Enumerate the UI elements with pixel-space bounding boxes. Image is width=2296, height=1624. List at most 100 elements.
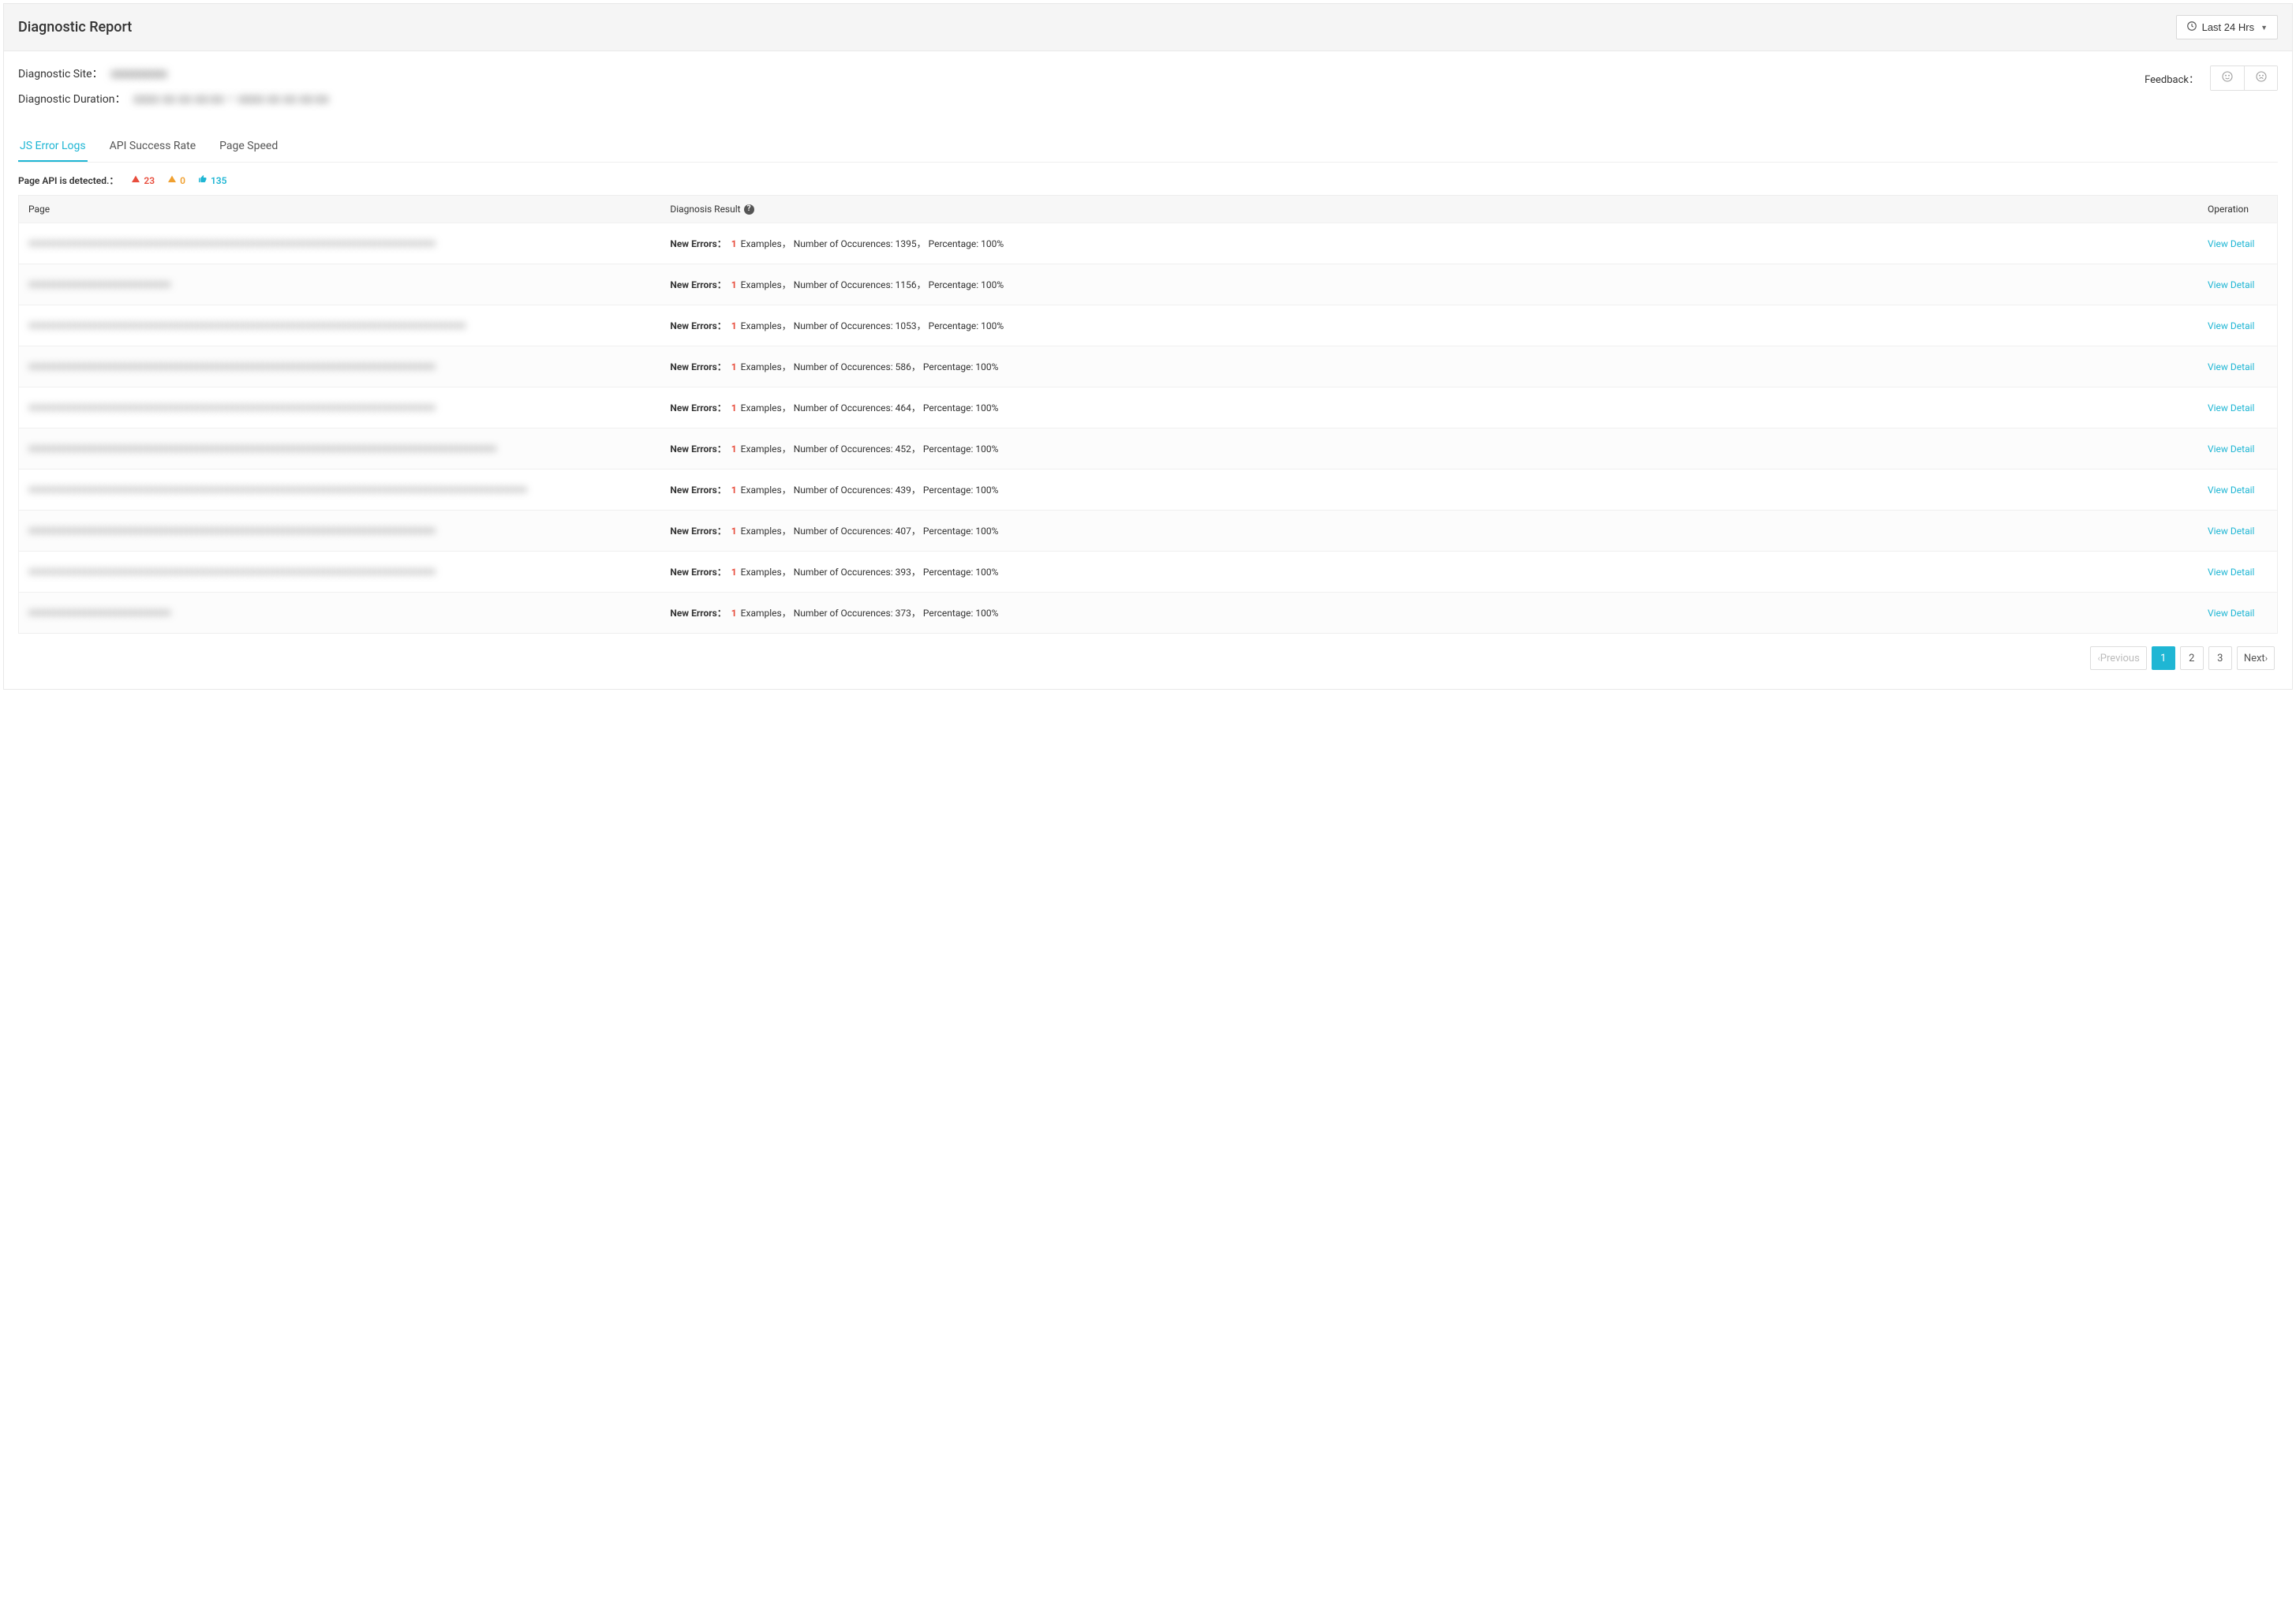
view-detail-link[interactable]: View Detail — [2208, 361, 2254, 372]
occurrences-value: 373 — [896, 608, 911, 619]
time-range-button[interactable]: Last 24 Hrs ▼ — [2176, 15, 2278, 39]
new-errors-label: New Errors： — [670, 320, 726, 331]
percentage-value: 100% — [975, 361, 998, 372]
pagination-page-3[interactable]: 3 — [2208, 646, 2232, 670]
table-row: xxxxxxxxxxxxxxxxxxxxxxxxxxxxxxxxxxxxxxxx… — [19, 346, 2277, 387]
occurrences-label: Number of Occurences: — [794, 485, 896, 496]
view-detail-link[interactable]: View Detail — [2208, 279, 2254, 290]
percentage-value: 100% — [981, 279, 1004, 290]
page-path-value: xxxxxxxxxxxxxxxxxxxxxxxxxxxxxxxxxxxxxxxx… — [28, 441, 641, 457]
pagination: ‹ Previous123Next › — [18, 634, 2278, 673]
operation-cell: View Detail — [2198, 556, 2277, 589]
result-cell: New Errors：1 Examples， Number of Occuren… — [651, 595, 2198, 631]
new-errors-label: New Errors： — [670, 361, 726, 372]
page-path-value: xxxxxxxxxxxxxxxxxxxxxxxxxxxx — [28, 605, 641, 621]
view-detail-link[interactable]: View Detail — [2208, 526, 2254, 537]
examples-label: Examples， — [739, 402, 794, 413]
diagnostic-site-label: Diagnostic Site： — [18, 65, 103, 81]
pagination-page-2[interactable]: 2 — [2180, 646, 2204, 670]
examples-label: Examples， — [739, 238, 794, 249]
percentage-value: 100% — [975, 567, 998, 578]
page-path-value: xxxxxxxxxxxxxxxxxxxxxxxxxxxxxxxxxxxxxxxx… — [28, 400, 641, 416]
pagination-next[interactable]: Next › — [2237, 646, 2275, 670]
table-row: xxxxxxxxxxxxxxxxxxxxxxxxxxxx New Errors：1… — [19, 592, 2277, 633]
help-icon[interactable]: ? — [744, 204, 754, 215]
app-frame: Diagnostic Report Last 24 Hrs ▼ Diagnost… — [3, 3, 2293, 690]
info-block: Diagnostic Site： xxxxxxxxxx Diagnostic D… — [18, 51, 2278, 124]
feedback-negative-button[interactable] — [2244, 66, 2277, 90]
percentage-value: 100% — [975, 608, 998, 619]
operation-cell: View Detail — [2198, 309, 2277, 342]
table-row: xxxxxxxxxxxxxxxxxxxxxxxxxxxxxxxxxxxxxxxx… — [19, 387, 2277, 428]
pagination-page-1[interactable]: 1 — [2152, 646, 2175, 670]
tabs: JS Error Logs API Success Rate Page Speed — [18, 132, 2278, 163]
page-path-value: xxxxxxxxxxxxxxxxxxxxxxxxxxxx — [28, 277, 641, 293]
feedback-positive-button[interactable] — [2211, 66, 2244, 90]
page-path-value: xxxxxxxxxxxxxxxxxxxxxxxxxxxxxxxxxxxxxxxx… — [28, 564, 641, 580]
occurrences-value: 1156 — [896, 279, 917, 290]
examples-count: 1 — [731, 485, 737, 496]
occurrences-label: Number of Occurences: — [794, 361, 896, 372]
table-row: xxxxxxxxxxxxxxxxxxxxxxxxxxxxxxxxxxxxxxxx… — [19, 305, 2277, 346]
view-detail-link[interactable]: View Detail — [2208, 608, 2254, 619]
percentage-label: ， Percentage: — [911, 526, 976, 537]
column-header-operation: Operation — [2198, 196, 2277, 223]
page-cell: xxxxxxxxxxxxxxxxxxxxxxxxxxxxxxxxxxxxxxxx… — [19, 471, 651, 509]
view-detail-link[interactable]: View Detail — [2208, 320, 2254, 331]
page-cell: xxxxxxxxxxxxxxxxxxxxxxxxxxxxxxxxxxxxxxxx… — [19, 389, 651, 427]
result-cell: New Errors：1 Examples， Number of Occuren… — [651, 349, 2198, 384]
examples-label: Examples， — [739, 320, 794, 331]
feedback-button-group — [2210, 65, 2278, 91]
occurrences-value: 1053 — [896, 320, 917, 331]
new-errors-label: New Errors： — [670, 443, 726, 455]
occurrences-label: Number of Occurences: — [794, 402, 896, 413]
thumbs-up-icon — [198, 174, 208, 186]
tab-page-speed[interactable]: Page Speed — [218, 132, 279, 162]
clock-icon — [2186, 21, 2197, 34]
percentage-label: ， Percentage: — [911, 608, 976, 619]
percentage-value: 100% — [975, 402, 998, 413]
result-cell: New Errors：1 Examples， Number of Occuren… — [651, 390, 2198, 425]
page-cell: xxxxxxxxxxxxxxxxxxxxxxxxxxxxxxxxxxxxxxxx… — [19, 225, 651, 263]
operation-cell: View Detail — [2198, 432, 2277, 466]
tab-api-success-rate[interactable]: API Success Rate — [108, 132, 198, 162]
examples-count: 1 — [731, 238, 737, 249]
column-header-result-label: Diagnosis Result — [670, 204, 740, 215]
view-detail-link[interactable]: View Detail — [2208, 567, 2254, 578]
examples-count: 1 — [731, 567, 737, 578]
stat-ok: 135 — [198, 174, 227, 186]
percentage-value: 100% — [981, 320, 1004, 331]
page-cell: xxxxxxxxxxxxxxxxxxxxxxxxxxxxxxxxxxxxxxxx… — [19, 430, 651, 468]
examples-count: 1 — [731, 608, 737, 619]
page-cell: xxxxxxxxxxxxxxxxxxxxxxxxxxxxxxxxxxxxxxxx… — [19, 348, 651, 386]
view-detail-link[interactable]: View Detail — [2208, 485, 2254, 496]
view-detail-link[interactable]: View Detail — [2208, 402, 2254, 413]
pagination-previous[interactable]: ‹ Previous — [2090, 646, 2146, 670]
time-range-label: Last 24 Hrs — [2202, 21, 2254, 33]
view-detail-link[interactable]: View Detail — [2208, 443, 2254, 455]
new-errors-label: New Errors： — [670, 567, 726, 578]
occurrences-label: Number of Occurences: — [794, 279, 896, 290]
occurrences-value: 464 — [896, 402, 911, 413]
examples-label: Examples， — [739, 526, 794, 537]
view-detail-link[interactable]: View Detail — [2208, 238, 2254, 249]
occurrences-value: 452 — [896, 443, 911, 455]
summary-text: Page API is detected.： — [18, 175, 118, 186]
percentage-label: ， Percentage: — [911, 443, 976, 455]
feedback-label: Feedback： — [2145, 71, 2199, 86]
occurrences-value: 439 — [896, 485, 911, 496]
tab-js-error-logs[interactable]: JS Error Logs — [18, 132, 88, 162]
page-title: Diagnostic Report — [18, 19, 132, 36]
table-row: xxxxxxxxxxxxxxxxxxxxxxxxxxxxxxxxxxxxxxxx… — [19, 469, 2277, 510]
examples-label: Examples， — [739, 485, 794, 496]
examples-count: 1 — [731, 526, 737, 537]
percentage-label: ， Percentage: — [917, 320, 982, 331]
diagnostic-site-row: Diagnostic Site： xxxxxxxxxx — [18, 65, 2145, 81]
stat-critical: 23 — [131, 174, 155, 186]
table-row: xxxxxxxxxxxxxxxxxxxxxxxxxxxxxxxxxxxxxxxx… — [19, 551, 2277, 592]
percentage-value: 100% — [975, 485, 998, 496]
page-cell: xxxxxxxxxxxxxxxxxxxxxxxxxxxxxxxxxxxxxxxx… — [19, 512, 651, 550]
result-cell: New Errors：1 Examples， Number of Occuren… — [651, 226, 2198, 261]
operation-cell: View Detail — [2198, 515, 2277, 548]
column-header-page: Page — [19, 196, 651, 223]
